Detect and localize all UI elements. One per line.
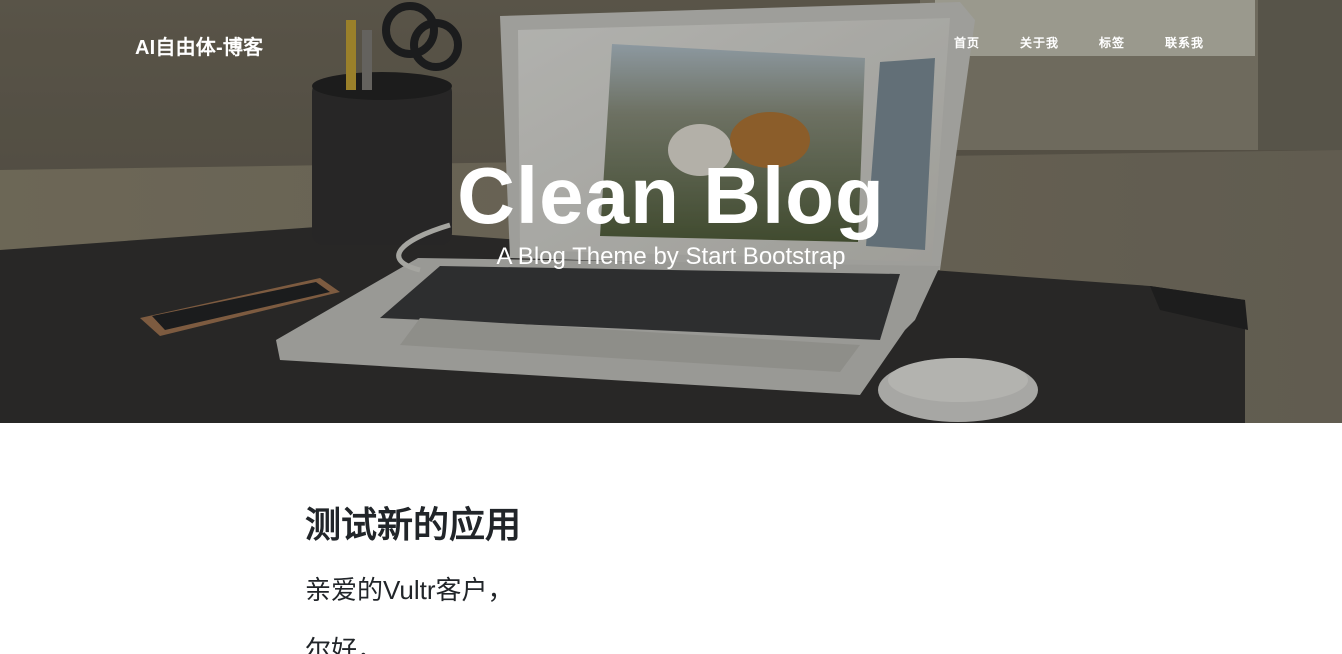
post-excerpt: 尔好， — [305, 635, 384, 654]
nav-link-about[interactable]: 关于我 — [1020, 34, 1059, 51]
nav-item-home: 首页 — [954, 34, 980, 51]
post-subtitle: 亲爱的Vultr客户， — [305, 575, 514, 605]
main-navbar: AI自由体-博客 首页 关于我 标签 联系我 — [0, 0, 1342, 84]
site-subheading: A Blog Theme by Start Bootstrap — [496, 243, 846, 270]
nav-link-contact[interactable]: 联系我 — [1165, 34, 1204, 51]
nav-link-home[interactable]: 首页 — [954, 34, 980, 51]
masthead: AI自由体-博客 首页 关于我 标签 联系我 Clean Blog A Blog… — [0, 0, 1342, 423]
nav-item-tags: 标签 — [1099, 34, 1125, 51]
nav-link-tags[interactable]: 标签 — [1099, 34, 1125, 51]
site-title: Clean Blog — [457, 151, 885, 240]
nav-item-about: 关于我 — [1020, 34, 1059, 51]
nav-menu: 首页 关于我 标签 联系我 — [954, 34, 1204, 51]
site-heading: Clean Blog A Blog Theme by Start Bootstr… — [0, 148, 1342, 272]
post-preview[interactable]: 测试新的应用 亲爱的Vultr客户， 尔好， — [305, 502, 1038, 654]
post-title[interactable]: 测试新的应用 — [305, 502, 1038, 548]
nav-item-contact: 联系我 — [1165, 34, 1204, 51]
brand-link[interactable]: AI自由体-博客 — [135, 31, 263, 60]
